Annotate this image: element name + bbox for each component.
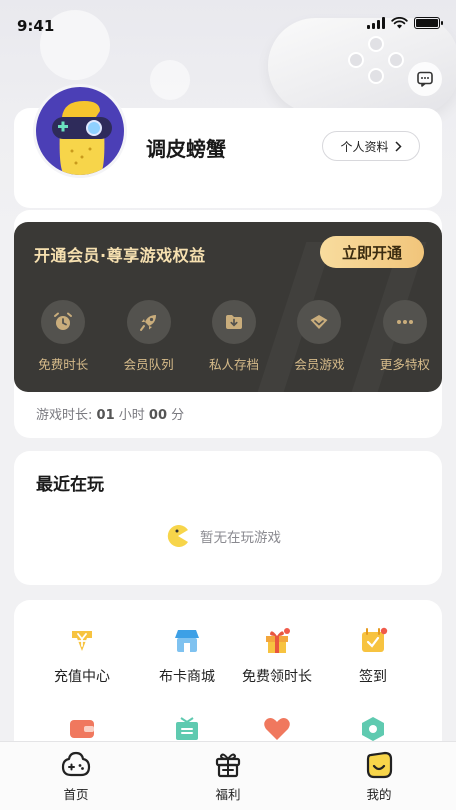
- diamond-icon: [297, 300, 342, 344]
- chat-bubble-icon: [417, 71, 433, 87]
- tab-mine[interactable]: 我的: [339, 750, 419, 803]
- perk-vip-games[interactable]: 会员游戏: [282, 300, 356, 373]
- membership-title: 开通会员·尊享游戏权益: [34, 246, 206, 265]
- hexagon-icon: [362, 717, 384, 741]
- empty-state: 暂无在玩游戏: [166, 524, 281, 548]
- wifi-icon: [391, 17, 408, 29]
- avatar-character-icon: [52, 101, 112, 175]
- service-label: 布卡商城: [159, 669, 215, 685]
- open-membership-button[interactable]: 立即开通: [320, 236, 424, 268]
- alarm-clock-icon: [41, 300, 86, 344]
- avatar[interactable]: [33, 84, 127, 178]
- play-time: 游戏时长: 01 小时 00 分: [36, 404, 184, 423]
- service-settings[interactable]: [328, 714, 418, 744]
- profile-button-label: 个人资料: [340, 139, 389, 154]
- perk-private-save[interactable]: 私人存档: [197, 300, 271, 373]
- tab-home[interactable]: 首页: [36, 750, 116, 803]
- status-icons: [367, 17, 443, 29]
- rocket-icon: [126, 300, 171, 344]
- tab-label: 福利: [215, 787, 241, 802]
- play-time-hours: 01: [96, 408, 115, 423]
- service-label: 签到: [359, 669, 387, 685]
- service-free-time[interactable]: 免费领时长: [232, 626, 322, 686]
- home-gamepad-icon: [61, 751, 91, 777]
- status-bar: 9:41: [0, 0, 456, 44]
- play-time-label: 游戏时长:: [36, 408, 93, 423]
- empty-state-text: 暂无在玩游戏: [200, 530, 281, 546]
- message-button[interactable]: [408, 62, 442, 96]
- tab-label: 我的: [366, 787, 392, 802]
- perk-label: 会员队列: [123, 357, 174, 372]
- decor-blob: [150, 60, 190, 100]
- tab-welfare[interactable]: 福利: [188, 750, 268, 803]
- wallet-icon: [70, 720, 94, 738]
- store-icon: [175, 630, 199, 652]
- service-recharge[interactable]: 充值中心: [37, 626, 127, 686]
- play-time-minutes: 00: [148, 408, 168, 423]
- heart-icon: [264, 718, 290, 740]
- service-exchange[interactable]: [142, 714, 232, 744]
- perk-list: 免费时长 会员队列 私人存档 会员游戏 更多特权: [14, 300, 442, 373]
- service-store[interactable]: 布卡商城: [142, 626, 232, 686]
- profile-details-button[interactable]: 个人资料: [322, 131, 420, 161]
- user-name: 调皮螃蟹: [146, 137, 226, 161]
- services-card: 充值中心 布卡商城 免费领时长 签到: [14, 600, 442, 760]
- membership-card: 开通会员·尊享游戏权益 立即开通 免费时长 会员队列 私人存档 会员游戏 更多特…: [14, 222, 442, 392]
- play-time-hours-unit: 小时: [118, 408, 145, 423]
- status-time: 9:41: [17, 17, 55, 35]
- service-label: 充值中心: [54, 669, 110, 685]
- exchange-box-icon: [176, 717, 198, 740]
- play-time-minutes-unit: 分: [171, 408, 185, 423]
- service-wallet[interactable]: [37, 714, 127, 744]
- perk-more[interactable]: 更多特权: [368, 300, 442, 373]
- bottom-tab-bar: 首页 福利 我的: [0, 741, 456, 810]
- perk-label: 私人存档: [209, 357, 260, 372]
- recent-games-title: 最近在玩: [36, 475, 104, 495]
- gift-icon: [266, 628, 290, 653]
- pacman-icon: [167, 525, 188, 547]
- recharge-yen-icon: [72, 631, 92, 651]
- tab-label: 首页: [63, 787, 89, 802]
- service-check-in[interactable]: 签到: [328, 626, 418, 686]
- perk-label: 免费时长: [38, 357, 89, 372]
- perk-vip-queue[interactable]: 会员队列: [111, 300, 185, 373]
- check-in-calendar-icon: [362, 627, 388, 652]
- battery-icon: [414, 17, 443, 29]
- download-folder-icon: [212, 300, 257, 344]
- chevron-right-icon: [394, 140, 402, 152]
- perk-label: 更多特权: [379, 357, 430, 372]
- service-label: 免费领时长: [242, 669, 312, 685]
- service-favorites[interactable]: [232, 714, 322, 744]
- signal-icon: [367, 17, 385, 29]
- gift-box-icon: [215, 753, 241, 778]
- mine-face-icon: [366, 751, 393, 779]
- more-dots-icon: [382, 300, 427, 344]
- perk-free-time[interactable]: 免费时长: [26, 300, 100, 373]
- perk-label: 会员游戏: [294, 357, 345, 372]
